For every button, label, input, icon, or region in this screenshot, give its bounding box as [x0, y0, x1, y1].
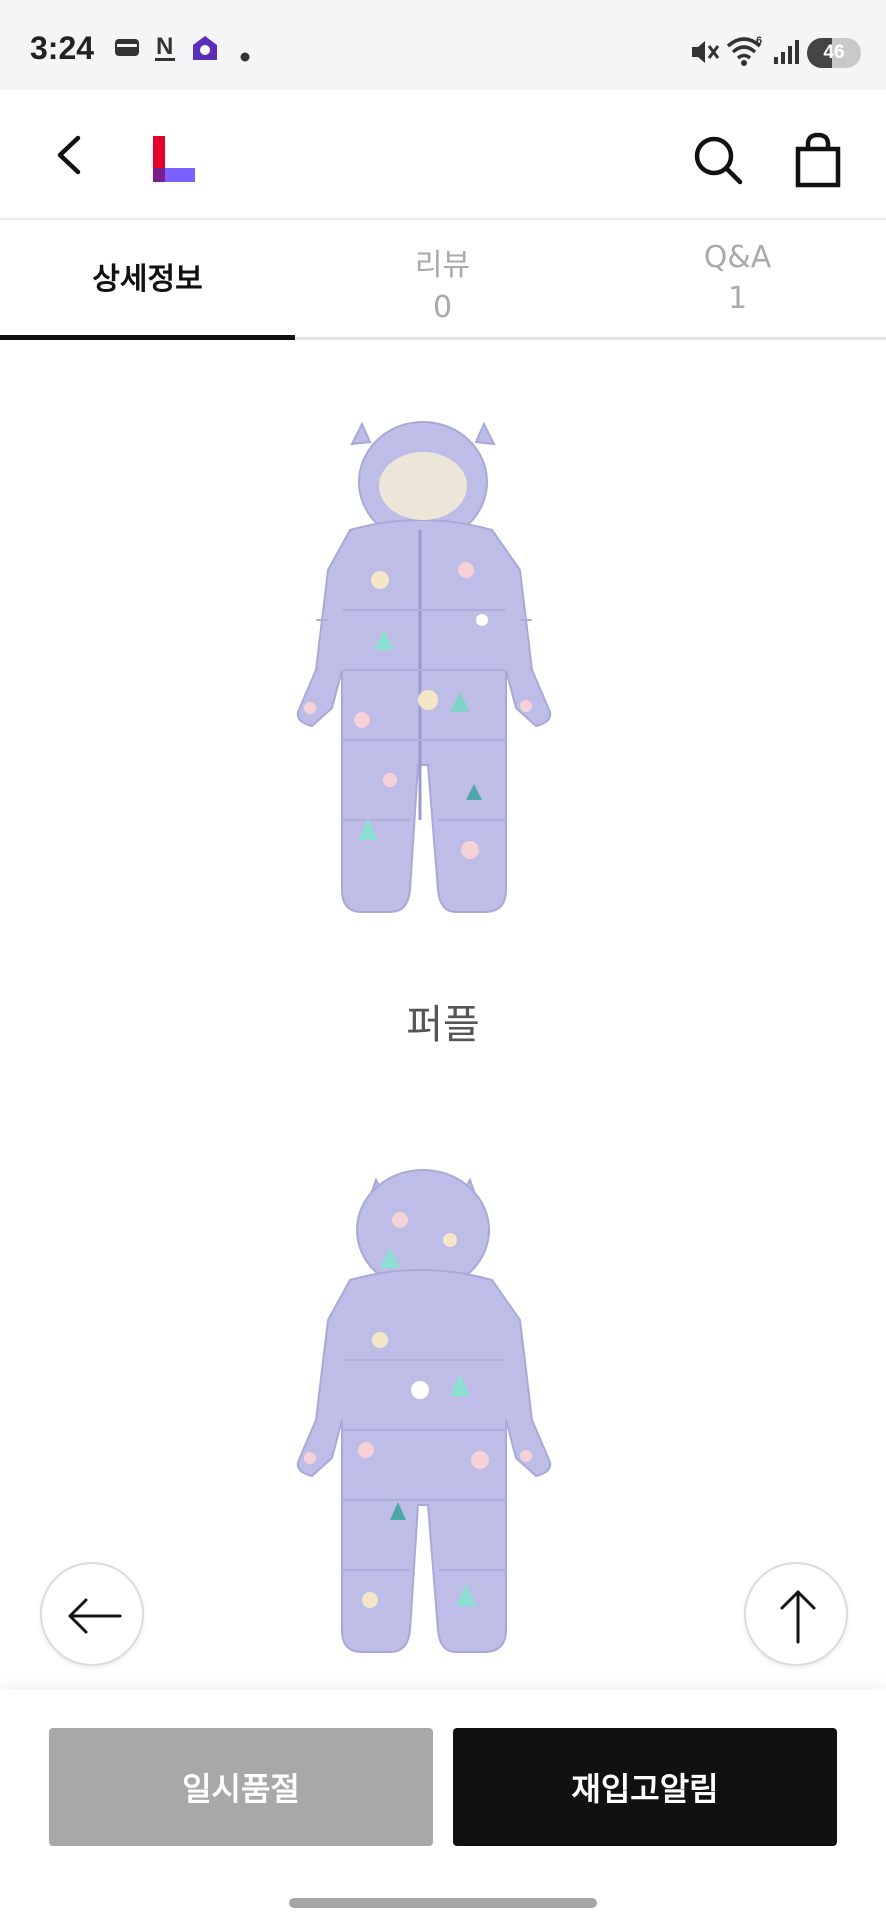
shopping-bag-icon — [795, 132, 841, 188]
product-image-back — [296, 1169, 552, 1653]
product-detail-content: 퍼플 — [0, 340, 886, 1690]
color-caption: 퍼플 — [406, 1002, 480, 1048]
status-time: 3:24 — [30, 30, 95, 66]
tab-details-label: 상세정보 — [92, 262, 203, 297]
search-button[interactable] — [690, 132, 746, 188]
tab-reviews-count: 0 — [432, 290, 453, 325]
bottom-action-bar: 일시품절 재입고알림 — [0, 1690, 886, 1920]
tab-bar: 상세정보 리뷰 0 Q&A 1 — [0, 222, 886, 340]
app-header — [0, 90, 886, 220]
tab-reviews[interactable]: 리뷰 0 — [295, 222, 590, 337]
arrow-left-icon — [68, 1598, 122, 1634]
signal-icon — [772, 38, 802, 70]
back-float-button[interactable] — [40, 1562, 144, 1666]
back-button[interactable] — [50, 130, 90, 180]
tab-qna-count: 1 — [727, 281, 748, 316]
soldout-button[interactable]: 일시품절 — [49, 1728, 433, 1846]
mute-icon — [688, 36, 720, 72]
status-bar: 3:24 N 6 46 — [0, 0, 886, 90]
scroll-top-button[interactable] — [744, 1562, 848, 1666]
chevron-left-icon — [57, 135, 81, 175]
search-icon — [694, 136, 743, 185]
tab-qna-label: Q&A — [703, 240, 772, 275]
product-image-front — [296, 421, 552, 913]
tab-details[interactable]: 상세정보 — [0, 222, 295, 340]
lotte-l-logo — [153, 136, 195, 182]
arrow-up-icon — [780, 1590, 816, 1644]
product-detail-page: 3:24 N 6 46 상세정보 리뷰 0 Q&A 1 퍼플 일시품절 재입고알… — [0, 0, 886, 1920]
cart-button[interactable] — [790, 130, 846, 190]
battery-indicator: 46 — [807, 38, 861, 68]
wallet-icon — [114, 36, 140, 62]
dot-icon — [240, 47, 250, 66]
tab-reviews-label: 리뷰 — [414, 248, 471, 283]
svg-text:6: 6 — [756, 35, 762, 47]
wifi-icon: 6 — [726, 34, 766, 72]
battery-level: 46 — [823, 42, 845, 63]
home-indicator[interactable] — [289, 1898, 597, 1908]
restock-alert-button[interactable]: 재입고알림 — [453, 1728, 837, 1846]
tab-qna[interactable]: Q&A 1 — [590, 222, 885, 337]
notion-icon: N — [154, 32, 176, 68]
svg-text:N: N — [156, 33, 173, 60]
home-app-icon — [190, 33, 220, 67]
brand-logo[interactable] — [150, 134, 200, 186]
